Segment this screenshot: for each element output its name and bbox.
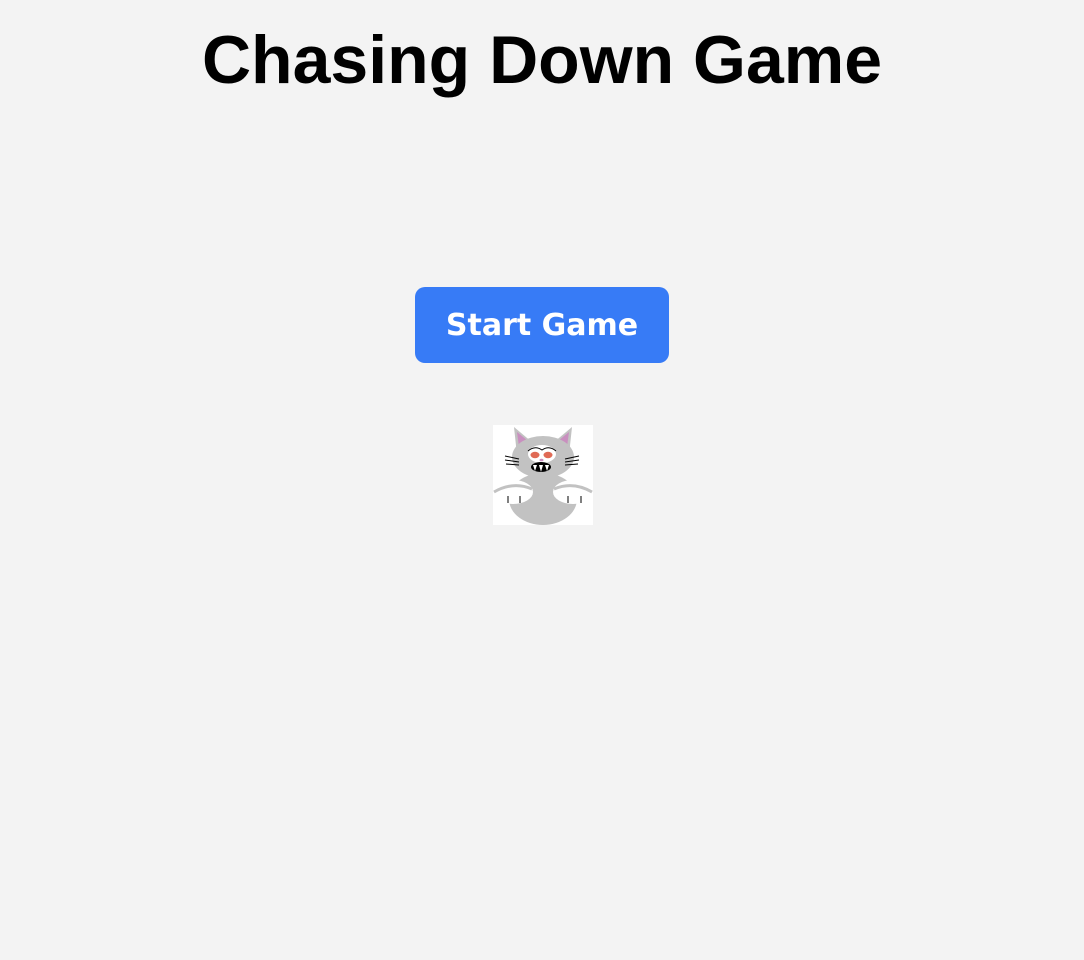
page-title: Chasing Down Game: [201, 22, 883, 98]
start-game-button[interactable]: Start Game: [415, 287, 669, 363]
cat-sprite: [493, 425, 593, 525]
cat-icon: [493, 427, 593, 525]
